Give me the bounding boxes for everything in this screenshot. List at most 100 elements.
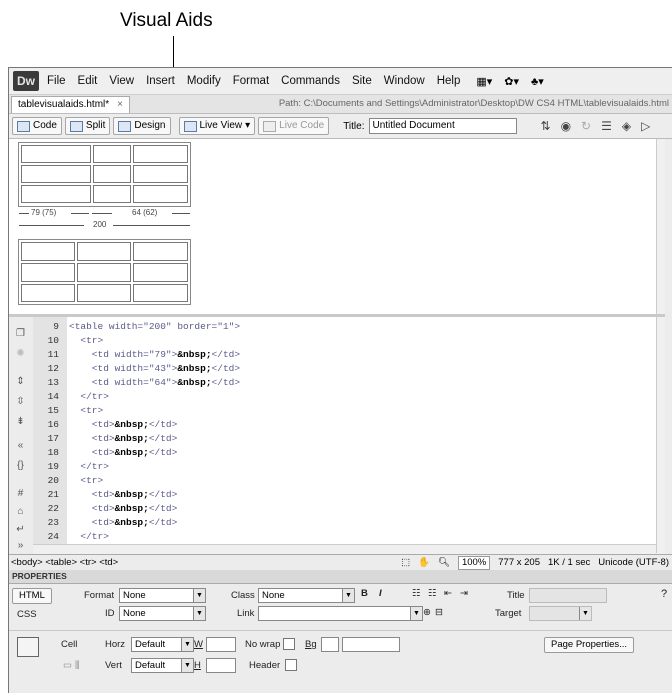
select-parent-tag-icon[interactable]: « — [14, 439, 27, 452]
zoom-tool-icon[interactable]: 🔍︎ — [438, 555, 450, 570]
code-line[interactable]: 12 <td width="43">&nbsp;</td> — [33, 363, 240, 374]
table-two-cell[interactable] — [133, 242, 188, 261]
refresh-icon[interactable]: ↻ — [581, 119, 591, 133]
select-tool-icon[interactable]: ⬚ — [401, 555, 410, 570]
split-view-button[interactable]: Split — [64, 117, 111, 135]
visual-aids-icon[interactable]: ◈ — [622, 119, 631, 133]
menu-file[interactable]: File — [47, 75, 66, 87]
css-mode-button[interactable]: CSS — [17, 609, 37, 620]
table-one-cell[interactable] — [21, 165, 91, 183]
code-line[interactable]: 15 <tr> — [33, 405, 104, 416]
code-line[interactable]: 14 </tr> — [33, 391, 109, 402]
merge-cells-icon[interactable]: ▭ — [63, 660, 72, 671]
site-menu-icon[interactable]: ♣▾ — [531, 75, 544, 88]
tag-selector[interactable]: <body> <table> <tr> <td> — [11, 555, 118, 570]
unordered-list-icon[interactable]: ☷ — [412, 588, 421, 599]
nowrap-checkbox[interactable] — [283, 638, 295, 650]
indent-icon[interactable]: ⇥ — [460, 588, 468, 599]
target-select[interactable]: ▼ — [529, 606, 592, 621]
table-one-cell[interactable] — [93, 185, 131, 203]
word-wrap-icon[interactable]: ↵ — [14, 523, 27, 536]
live-view-dropdown-icon[interactable]: ▾ — [245, 118, 250, 134]
table-one-cell[interactable] — [93, 165, 131, 183]
file-management-icon[interactable]: ⇅ — [541, 119, 551, 133]
page-properties-button[interactable]: Page Properties... — [544, 637, 635, 653]
code-view-pane[interactable]: ❐ ✺ ⇕ ⇳ ⇟ « {} # ⌂ ↵ » 9 <table width="20… — [9, 317, 665, 554]
point-to-file-icon[interactable]: ⊕ — [423, 607, 431, 618]
collapse-selection-icon[interactable]: ⇳ — [14, 395, 27, 408]
line-numbers-icon[interactable]: # — [14, 487, 27, 500]
help-icon[interactable]: ? — [661, 588, 667, 600]
menu-insert[interactable]: Insert — [146, 75, 175, 87]
table-two-cell[interactable] — [133, 284, 188, 302]
table-one-cell[interactable] — [93, 145, 131, 163]
table-two-cell[interactable] — [21, 263, 75, 282]
code-line[interactable]: 19 </tr> — [33, 461, 109, 472]
table-two-cell[interactable] — [133, 263, 188, 282]
zoom-select[interactable]: 100% — [457, 556, 491, 570]
design-vertical-scrollbar[interactable] — [656, 139, 665, 314]
expand-all-icon[interactable]: ⇟ — [14, 415, 27, 428]
layout-menu-icon[interactable]: ▦▾ — [476, 75, 492, 88]
live-view-button[interactable]: Live View ▾ — [178, 117, 256, 135]
class-select[interactable]: None ▼ — [258, 588, 355, 603]
code-line[interactable]: 11 <td width="79">&nbsp;</td> — [33, 349, 240, 360]
menu-help[interactable]: Help — [437, 75, 461, 87]
menu-commands[interactable]: Commands — [281, 75, 340, 87]
table-two-cell[interactable] — [21, 242, 75, 261]
title-field[interactable] — [529, 588, 607, 603]
code-line[interactable]: 24 </tr> — [33, 531, 109, 542]
menu-modify[interactable]: Modify — [187, 75, 221, 87]
italic-button[interactable]: I — [379, 588, 382, 599]
horz-select[interactable]: Default ▼ — [131, 637, 194, 652]
table-two-cell[interactable] — [21, 284, 75, 302]
highlight-invalid-code-icon[interactable]: ⌂ — [14, 505, 27, 518]
design-view-pane[interactable]: 79 (75) 64 (62) 200 — [9, 139, 665, 317]
code-line[interactable]: 16 <td>&nbsp;</td> — [33, 419, 178, 430]
view-options-icon[interactable]: ☰ — [601, 119, 612, 133]
collapse-full-tag-icon[interactable]: ⇕ — [14, 375, 27, 388]
show-code-navigator-icon[interactable]: ✺ — [14, 347, 27, 360]
code-line[interactable]: 23 <td>&nbsp;</td> — [33, 517, 178, 528]
link-select[interactable]: ▼ — [258, 606, 423, 621]
code-line[interactable]: 20 <tr> — [33, 475, 104, 486]
header-checkbox[interactable] — [285, 659, 297, 671]
code-horizontal-scrollbar[interactable] — [33, 544, 665, 554]
open-documents-icon[interactable]: ❐ — [14, 327, 27, 340]
vert-select[interactable]: Default ▼ — [131, 658, 194, 673]
code-view-button[interactable]: Code — [12, 117, 62, 135]
properties-header[interactable]: PROPERTIES — [9, 570, 672, 584]
hand-tool-icon[interactable]: ✋ — [418, 555, 430, 570]
table-one-cell[interactable] — [21, 145, 91, 163]
cell-height-input[interactable] — [206, 658, 236, 673]
format-select[interactable]: None ▼ — [119, 588, 206, 603]
design-view-button[interactable]: Design — [113, 117, 171, 135]
code-vertical-scrollbar[interactable] — [656, 317, 665, 553]
table-two-cell[interactable] — [77, 284, 131, 302]
bold-button[interactable]: B — [361, 588, 368, 599]
browse-folder-icon[interactable]: ⊟ — [435, 607, 443, 618]
menu-window[interactable]: Window — [384, 75, 425, 87]
close-tab-icon[interactable]: × — [117, 99, 123, 110]
bg-color-swatch[interactable] — [321, 637, 339, 652]
validate-icon[interactable]: ▷ — [641, 119, 650, 133]
menu-site[interactable]: Site — [352, 75, 372, 87]
code-line[interactable]: 18 <td>&nbsp;</td> — [33, 447, 178, 458]
code-line[interactable]: 21 <td>&nbsp;</td> — [33, 489, 178, 500]
id-select[interactable]: None ▼ — [119, 606, 206, 621]
table-one-cell[interactable] — [133, 165, 188, 183]
more-tools-icon[interactable]: » — [14, 539, 27, 552]
title-input[interactable]: Untitled Document — [368, 118, 517, 134]
code-line[interactable]: 10 <tr> — [33, 335, 104, 346]
code-line[interactable]: 9 <table width="200" border="1"> — [33, 321, 240, 332]
table-two-cell[interactable] — [77, 242, 131, 261]
html-mode-button[interactable]: HTML — [12, 588, 52, 604]
code-line[interactable]: 13 <td width="64">&nbsp;</td> — [33, 377, 240, 388]
menu-view[interactable]: View — [109, 75, 134, 87]
table-one-cell[interactable] — [21, 185, 91, 203]
window-size[interactable]: 777 x 205 — [498, 555, 540, 570]
split-cell-icon[interactable]: ⫼ — [75, 660, 79, 671]
table-two[interactable] — [18, 239, 191, 305]
code-line[interactable]: 17 <td>&nbsp;</td> — [33, 433, 178, 444]
ordered-list-icon[interactable]: ☷ — [428, 588, 437, 599]
